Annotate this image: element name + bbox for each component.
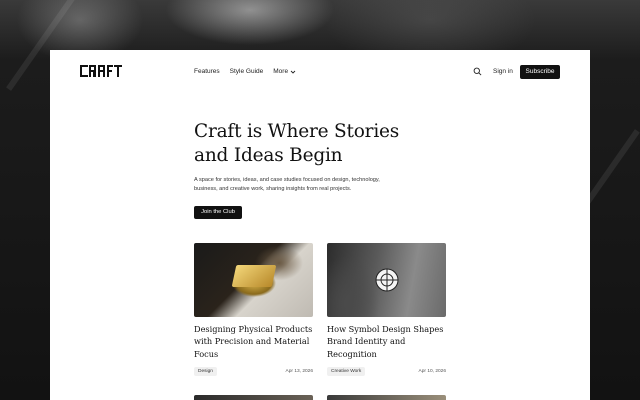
- crosshair-symbol-icon: [375, 268, 399, 292]
- hero-subtitle-line: A space for stories, ideas, and case stu…: [194, 177, 380, 183]
- article-thumbnail[interactable]: [194, 243, 313, 317]
- article-thumbnail[interactable]: [327, 395, 446, 400]
- subscribe-button[interactable]: Subscribe: [520, 65, 560, 79]
- article-thumbnail[interactable]: [194, 395, 313, 400]
- hero-subtitle: A space for stories, ideas, and case stu…: [194, 176, 409, 194]
- hero-subtitle-line: business, and creative work, sharing ins…: [194, 186, 352, 192]
- article-meta: Creative Work Apr 10, 2026: [327, 367, 446, 377]
- hero-title-line: and Ideas Begin: [194, 145, 343, 166]
- gold-object: [231, 265, 277, 287]
- chevron-down-icon: [290, 70, 296, 74]
- nav-more-dropdown[interactable]: More: [273, 67, 296, 76]
- nav-links: Features Style Guide More: [194, 67, 296, 76]
- nav-more-label: More: [273, 68, 289, 75]
- article-card[interactable]: How Symbol Design Shapes Brand Identity …: [327, 243, 446, 376]
- article-date: Apr 10, 2026: [418, 369, 446, 374]
- hero-title-line: Craft is Where Stories: [194, 121, 400, 142]
- article-thumbnail[interactable]: [327, 243, 446, 317]
- top-navigation: Features Style Guide More Sign in Subscr…: [50, 50, 590, 94]
- nav-link-features[interactable]: Features: [194, 67, 220, 76]
- category-tag[interactable]: Creative Work: [327, 367, 366, 376]
- sign-in-link[interactable]: Sign in: [493, 67, 513, 76]
- article-date: Apr 13, 2026: [285, 369, 313, 374]
- craft-logo[interactable]: [80, 65, 122, 77]
- search-icon[interactable]: [473, 67, 482, 76]
- hero-title: Craft is Where Stories and Ideas Begin: [194, 120, 454, 168]
- join-club-button[interactable]: Join the Club: [194, 206, 242, 219]
- nav-link-style-guide[interactable]: Style Guide: [230, 67, 264, 76]
- article-meta: Design Apr 13, 2026: [194, 367, 313, 377]
- article-title[interactable]: Designing Physical Products with Precisi…: [194, 323, 313, 360]
- page-card: Features Style Guide More Sign in Subscr…: [50, 50, 590, 400]
- article-card[interactable]: Designing Physical Products with Precisi…: [194, 243, 313, 376]
- category-tag[interactable]: Design: [194, 367, 217, 376]
- article-title[interactable]: How Symbol Design Shapes Brand Identity …: [327, 323, 446, 360]
